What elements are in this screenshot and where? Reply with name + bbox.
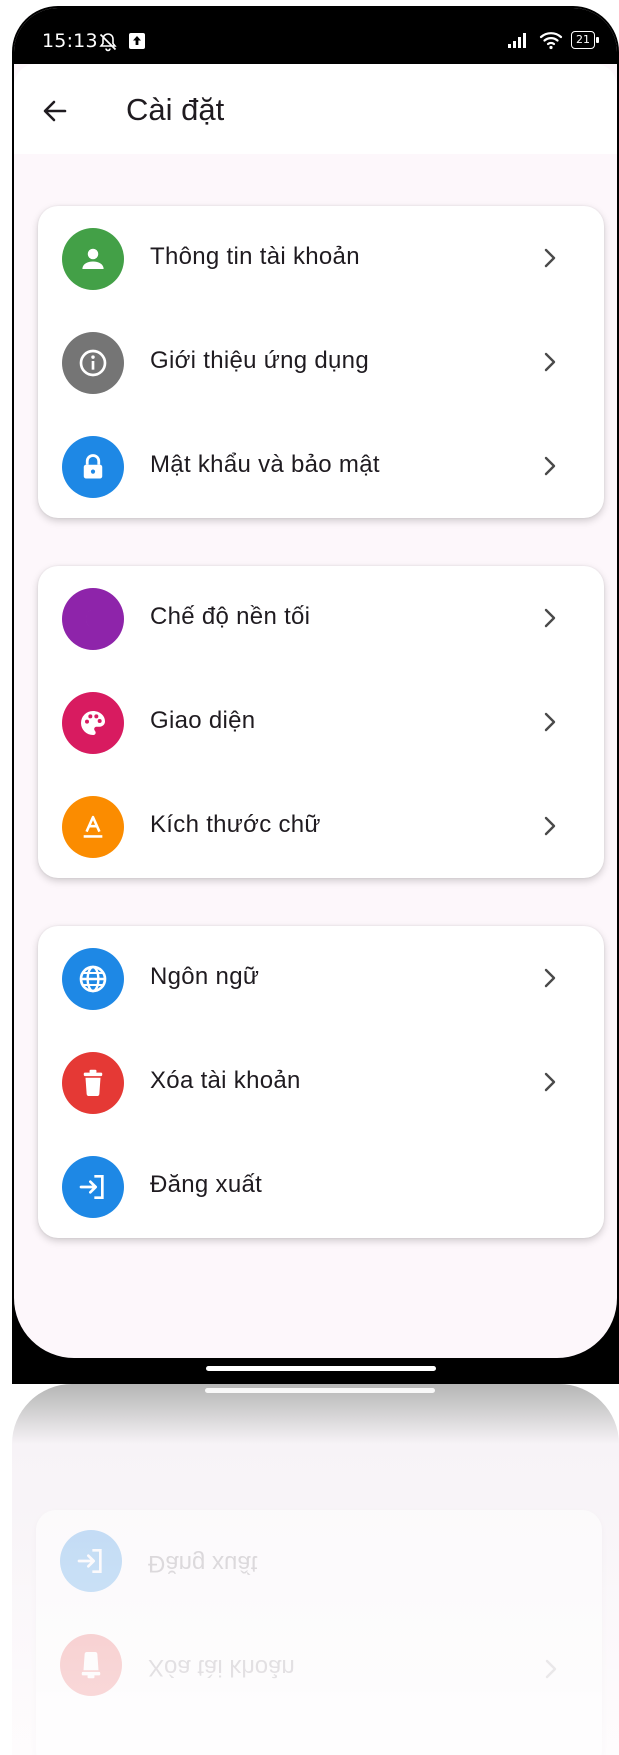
chevron-right-icon [540,348,560,376]
globe-icon [62,948,124,1010]
palette-icon [62,692,124,754]
settings-item-logout[interactable]: Đăng xuất [38,1134,604,1238]
settings-item-label: Xóa tài khoản [150,1067,301,1094]
chevron-right-icon [540,604,560,632]
settings-item-theme[interactable]: Giao diện [38,670,604,774]
upload-notification-icon [129,33,145,49]
settings-item-about-app[interactable]: Giới thiệu ứng dụng [38,310,604,414]
settings-item-language[interactable]: Ngôn ngữ [38,926,604,1030]
text-size-icon [62,796,124,858]
chevron-right-icon [540,1068,560,1096]
back-button[interactable] [38,94,72,128]
moon-icon [62,588,124,650]
status-time: 15:13 [42,30,98,52]
chevron-right-icon [540,964,560,992]
settings-item-label: Giao diện [150,707,256,734]
settings-item-label: Chế độ nền tối [150,603,311,630]
gesture-bar[interactable] [206,1366,436,1371]
bell-off-icon [99,33,117,52]
settings-group-system: Ngôn ngữ Xóa tài khoản Đăng xuất [38,926,604,1238]
logout-icon [62,1156,124,1218]
settings-item-label: Kích thước chữ [150,811,321,838]
settings-item-label: Ngôn ngữ [150,963,260,990]
status-bar: 15:13 21 [14,8,617,64]
wifi-icon [539,32,563,50]
settings-item-label: Giới thiệu ứng dụng [150,347,369,374]
person-icon [62,228,124,290]
battery-indicator: 21 [571,31,599,49]
settings-item-account-info[interactable]: Thông tin tài khoản [38,206,604,310]
settings-item-delete-account[interactable]: Xóa tài khoản [38,1030,604,1134]
settings-item-password-security[interactable]: Mật khẩu và bảo mật [38,414,604,518]
settings-item-label: Thông tin tài khoản [150,243,360,270]
info-icon [62,332,124,394]
settings-item-label: Mật khẩu và bảo mật [150,451,380,478]
arrow-back-icon [43,100,67,122]
chevron-right-icon [540,812,560,840]
signal-icon [508,33,526,48]
phone-frame: 15:13 21 Cài đặt Thông tin tài khoản Giớ… [12,6,619,1384]
screen: 15:13 21 Cài đặt Thông tin tài khoản Giớ… [14,8,617,1358]
trash-icon [62,1052,124,1114]
settings-group-display: Chế độ nền tối Giao diện Kích thước chữ [38,566,604,878]
lock-icon [62,436,124,498]
chevron-right-icon [540,708,560,736]
settings-item-dark-mode[interactable]: Chế độ nền tối [38,566,604,670]
settings-group-account: Thông tin tài khoản Giới thiệu ứng dụng … [38,206,604,518]
app-bar: Cài đặt [14,64,617,154]
settings-item-label: Đăng xuất [150,1171,263,1198]
chevron-right-icon [540,452,560,480]
page-title: Cài đặt [126,92,225,127]
chevron-right-icon [540,244,560,272]
phone-reflection: Đăng xuất Xóa tài khoản [12,1384,619,1755]
settings-item-font-size[interactable]: Kích thước chữ [38,774,604,878]
